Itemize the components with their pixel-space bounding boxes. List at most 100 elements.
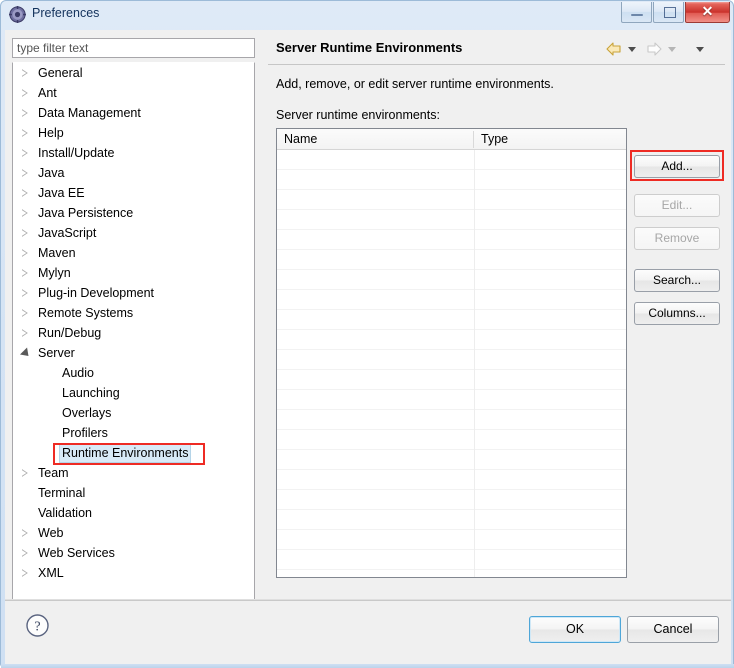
preferences-tree[interactable]: General Ant Data Management Help Install/Upd… <box>12 62 255 610</box>
table-row[interactable] <box>277 450 626 470</box>
remove-button: Remove <box>634 227 720 250</box>
sidebar-item-xml[interactable]: XML <box>13 563 254 583</box>
search-button[interactable]: Search... <box>634 269 720 292</box>
table-row[interactable] <box>277 150 626 170</box>
sidebar-item-profilers[interactable]: Profilers <box>13 423 254 443</box>
window-bottom-edge <box>1 664 734 668</box>
tree-expand-chevron-right-icon[interactable] <box>22 189 28 197</box>
tree-expand-chevron-right-icon[interactable] <box>22 89 28 97</box>
table-row[interactable] <box>277 250 626 270</box>
sidebar-item-label: Ant <box>38 86 57 100</box>
tree-expand-chevron-right-icon[interactable] <box>22 69 28 77</box>
sidebar-item-java-ee[interactable]: Java EE <box>13 183 254 203</box>
sidebar-item-maven[interactable]: Maven <box>13 243 254 263</box>
tree-expand-chevron-right-icon[interactable] <box>22 249 28 257</box>
columns-button[interactable]: Columns... <box>634 302 720 325</box>
table-row[interactable] <box>277 550 626 570</box>
tree-expand-chevron-right-icon[interactable] <box>22 329 28 337</box>
tree-expand-chevron-right-icon[interactable] <box>22 529 28 537</box>
sidebar-item-label: Java EE <box>38 186 85 200</box>
table-row[interactable] <box>277 530 626 550</box>
tree-expand-chevron-right-icon[interactable] <box>22 169 28 177</box>
table-row[interactable] <box>277 330 626 350</box>
sidebar-item-launching[interactable]: Launching <box>13 383 254 403</box>
tree-expand-chevron-right-icon[interactable] <box>22 309 28 317</box>
tree-expand-chevron-right-icon[interactable] <box>22 549 28 557</box>
sidebar-item-team[interactable]: Team <box>13 463 254 483</box>
sidebar-item-ant[interactable]: Ant <box>13 83 254 103</box>
sidebar-item-remote-systems[interactable]: Remote Systems <box>13 303 254 323</box>
table-row[interactable] <box>277 430 626 450</box>
sidebar-item-label: Data Management <box>38 106 141 120</box>
table-row[interactable] <box>277 270 626 290</box>
sidebar-item-server[interactable]: Server <box>13 343 254 363</box>
sidebar-item-help[interactable]: Help <box>13 123 254 143</box>
column-header-type[interactable]: Type <box>474 129 626 149</box>
table-row[interactable] <box>277 390 626 410</box>
window-title: Preferences <box>32 6 100 20</box>
sidebar-item-java[interactable]: Java <box>13 163 254 183</box>
footer-divider <box>5 600 731 601</box>
table-row[interactable] <box>277 170 626 190</box>
sidebar-item-overlays[interactable]: Overlays <box>13 403 254 423</box>
tree-expand-chevron-right-icon[interactable] <box>22 569 28 577</box>
column-header-name[interactable]: Name <box>277 129 474 149</box>
title-bar[interactable]: Preferences ✕ <box>1 1 734 30</box>
table-row[interactable] <box>277 290 626 310</box>
tree-expand-chevron-right-icon[interactable] <box>22 109 28 117</box>
tree-expand-chevron-right-icon[interactable] <box>22 129 28 137</box>
table-row[interactable] <box>277 470 626 490</box>
ok-button[interactable]: OK <box>529 616 621 643</box>
sidebar-item-runtime-environments[interactable]: Runtime Environments <box>13 443 254 463</box>
sidebar-item-label: Server <box>38 346 75 360</box>
table-row[interactable] <box>277 190 626 210</box>
maximize-button[interactable] <box>653 2 684 23</box>
sidebar-item-label: Web <box>38 526 64 540</box>
sidebar-item-install-update[interactable]: Install/Update <box>13 143 254 163</box>
tree-expand-chevron-right-icon[interactable] <box>22 229 28 237</box>
sidebar-item-plug-in-development[interactable]: Plug-in Development <box>13 283 254 303</box>
minimize-button[interactable] <box>621 2 652 23</box>
sidebar-item-validation[interactable]: Validation <box>13 503 254 523</box>
tree-expand-chevron-right-icon[interactable] <box>22 269 28 277</box>
sidebar-item-audio[interactable]: Audio <box>13 363 254 383</box>
sidebar-item-run-debug[interactable]: Run/Debug <box>13 323 254 343</box>
table-body <box>277 150 626 570</box>
sidebar-item-java-persistence[interactable]: Java Persistence <box>13 203 254 223</box>
back-history-chevron-down-icon[interactable] <box>628 47 636 52</box>
preferences-gear-icon <box>9 6 26 23</box>
sidebar-item-mylyn[interactable]: Mylyn <box>13 263 254 283</box>
close-button[interactable]: ✕ <box>685 2 730 23</box>
table-row[interactable] <box>277 370 626 390</box>
sidebar-item-general[interactable]: General <box>13 63 254 83</box>
sidebar-item-javascript[interactable]: JavaScript <box>13 223 254 243</box>
sidebar-item-data-management[interactable]: Data Management <box>13 103 254 123</box>
tree-expand-chevron-right-icon[interactable] <box>22 209 28 217</box>
tree-collapse-chevron-down-icon[interactable] <box>19 347 33 360</box>
sidebar-item-label: Java <box>38 166 65 180</box>
table-row[interactable] <box>277 210 626 230</box>
table-row[interactable] <box>277 410 626 430</box>
edit-button: Edit... <box>634 194 720 217</box>
runtime-environments-table[interactable]: Name Type <box>276 128 627 578</box>
table-row[interactable] <box>277 490 626 510</box>
table-row[interactable] <box>277 510 626 530</box>
sidebar-item-web[interactable]: Web <box>13 523 254 543</box>
sidebar-item-terminal[interactable]: Terminal <box>13 483 254 503</box>
table-row[interactable] <box>277 350 626 370</box>
filter-input[interactable] <box>12 38 255 58</box>
help-question-icon[interactable]: ? <box>25 613 50 638</box>
sidebar-item-label: Launching <box>62 386 120 400</box>
table-row[interactable] <box>277 230 626 250</box>
tree-expand-chevron-right-icon[interactable] <box>22 289 28 297</box>
table-row[interactable] <box>277 310 626 330</box>
cancel-button[interactable]: Cancel <box>627 616 719 643</box>
forward-history-chevron-down-icon[interactable] <box>668 47 676 52</box>
tree-expand-chevron-right-icon[interactable] <box>22 469 28 477</box>
back-arrow-icon[interactable] <box>606 42 622 56</box>
add-button[interactable]: Add... <box>634 155 720 178</box>
tree-expand-chevron-right-icon[interactable] <box>22 149 28 157</box>
forward-arrow-icon[interactable] <box>646 42 662 56</box>
sidebar-item-web-services[interactable]: Web Services <box>13 543 254 563</box>
view-menu-chevron-down-icon[interactable] <box>696 47 704 52</box>
